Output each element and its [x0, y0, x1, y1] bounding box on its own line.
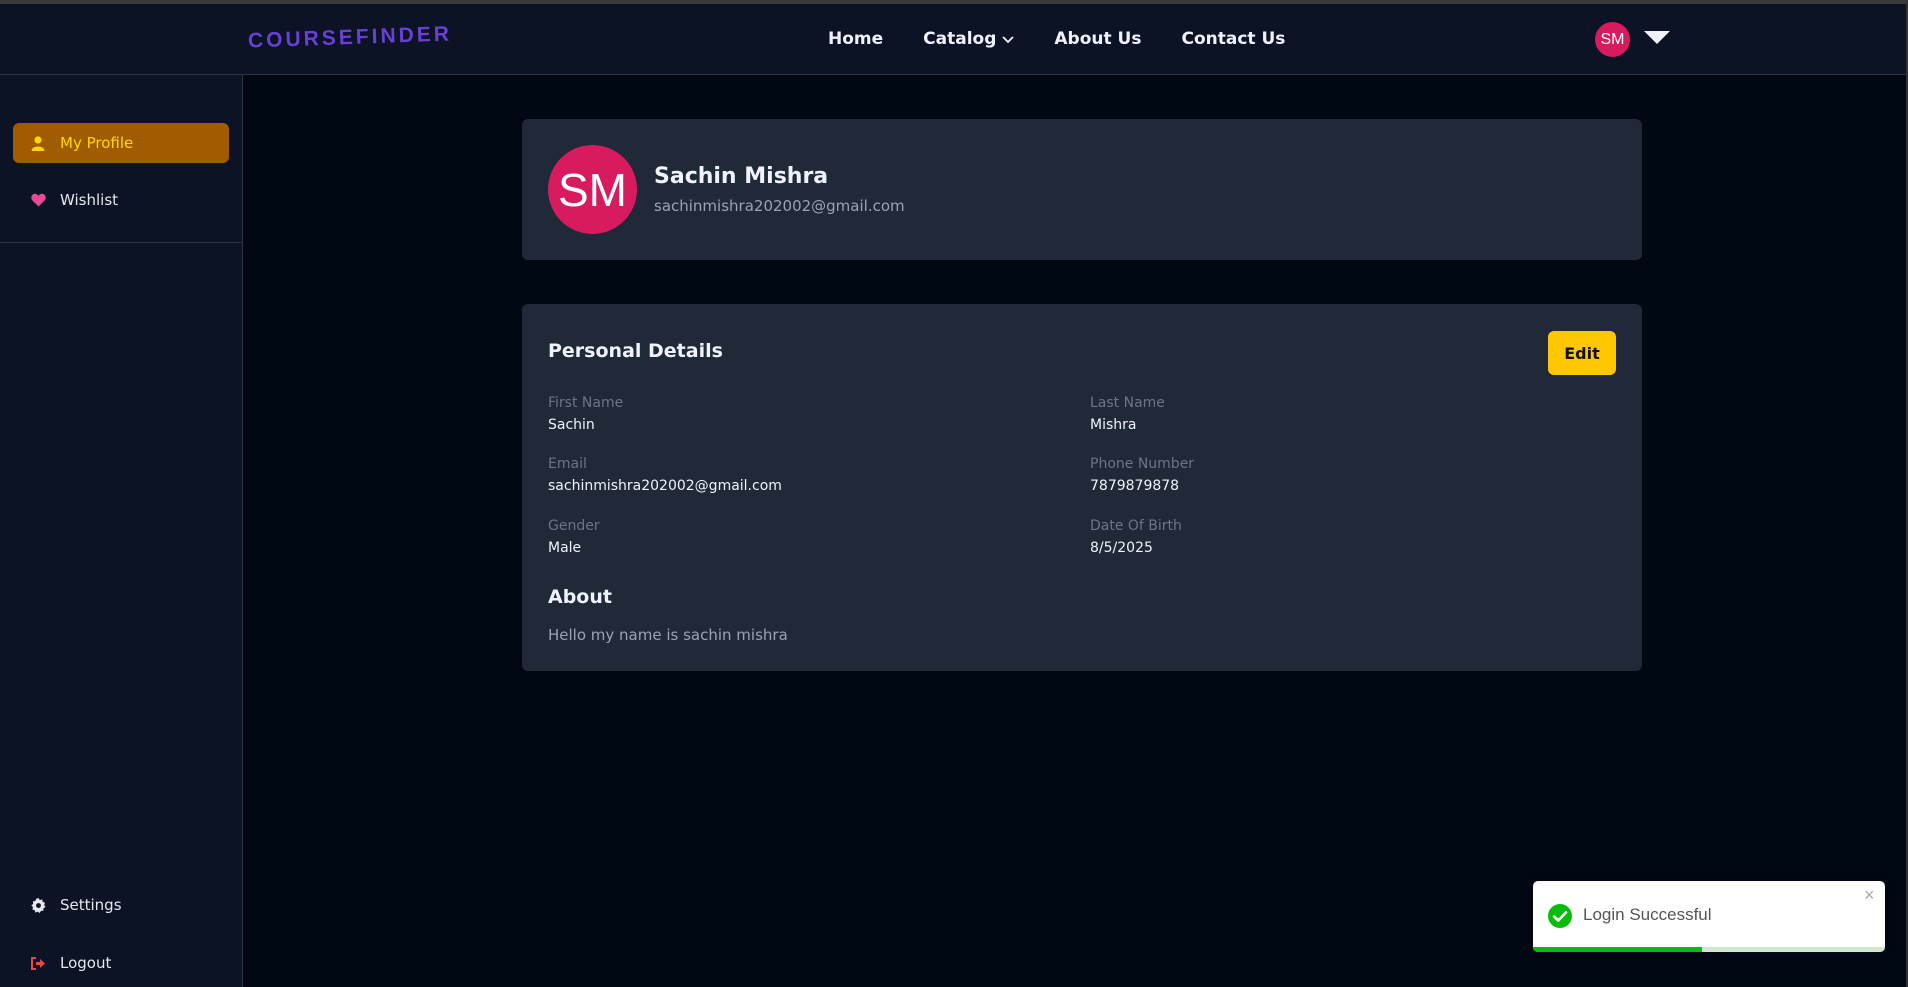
- field-gender: Gender Male: [548, 518, 600, 556]
- about-title: About: [548, 586, 612, 608]
- caret-down-icon[interactable]: [1644, 30, 1670, 49]
- sidebar-item-label: Wishlist: [60, 191, 119, 209]
- nav-catalog-dropdown[interactable]: Catalog: [923, 29, 1015, 49]
- nav-catalog-label: Catalog: [923, 29, 997, 49]
- field-value: Male: [548, 540, 582, 556]
- close-icon[interactable]: ×: [1864, 885, 1875, 906]
- field-email: Email sachinmishra202002@gmail.com: [548, 456, 782, 494]
- field-value: sachinmishra202002@gmail.com: [548, 478, 782, 494]
- field-value: 7879879878: [1090, 478, 1180, 494]
- nav-home-label: Home: [828, 29, 884, 49]
- field-value: Mishra: [1090, 417, 1137, 433]
- toast-progress-bar: [1533, 947, 1702, 952]
- sidebar-divider: [0, 242, 242, 243]
- profile-email: sachinmishra202002@gmail.com: [654, 197, 905, 215]
- user-menu[interactable]: SM: [1595, 22, 1670, 57]
- sidebar: My Profile Wishlist Settings Logout: [0, 75, 243, 987]
- nav-about-label: About Us: [1054, 29, 1142, 49]
- sidebar-item-logout[interactable]: Logout: [13, 943, 229, 983]
- main-nav: Home Catalog About Us Contact Us: [828, 29, 1325, 49]
- profile-name: Sachin Mishra: [654, 164, 829, 189]
- field-last-name: Last Name Mishra: [1090, 395, 1165, 433]
- personal-details-card: Personal Details Edit First Name Sachin …: [522, 304, 1642, 671]
- about-text: Hello my name is sachin mishra: [548, 626, 788, 644]
- gear-icon: [30, 897, 46, 913]
- nav-about-link[interactable]: About Us: [1054, 29, 1141, 49]
- sidebar-item-wishlist[interactable]: Wishlist: [13, 180, 229, 220]
- sidebar-item-my-profile[interactable]: My Profile: [13, 123, 229, 163]
- nav-contact-link[interactable]: Contact Us: [1181, 29, 1285, 49]
- field-label: Last Name: [1090, 395, 1165, 411]
- check-circle-icon: [1547, 903, 1573, 933]
- chevron-down-icon: [1002, 29, 1015, 49]
- nav-contact-label: Contact Us: [1181, 29, 1286, 49]
- field-label: Email: [548, 456, 587, 472]
- field-label: Date Of Birth: [1090, 518, 1182, 534]
- profile-card: SM Sachin Mishra sachinmishra202002@gmai…: [522, 119, 1642, 260]
- toast-notification[interactable]: Login Successful ×: [1533, 881, 1885, 952]
- edit-button[interactable]: Edit: [1548, 331, 1616, 375]
- sidebar-item-label: My Profile: [60, 134, 134, 152]
- field-value: Sachin: [548, 417, 595, 433]
- profile-avatar: SM: [548, 145, 637, 234]
- field-phone-number: Phone Number 7879879878: [1090, 456, 1194, 494]
- nav-home-link[interactable]: Home: [828, 29, 883, 49]
- user-icon: [30, 135, 46, 151]
- sidebar-item-settings[interactable]: Settings: [13, 885, 229, 925]
- field-date-of-birth: Date Of Birth 8/5/2025: [1090, 518, 1182, 556]
- field-label: Phone Number: [1090, 456, 1195, 472]
- field-first-name: First Name Sachin: [548, 395, 623, 433]
- field-label: First Name: [548, 395, 624, 411]
- field-value: 8/5/2025: [1090, 540, 1153, 556]
- sidebar-item-label: Logout: [60, 954, 112, 972]
- toast-message: Login Successful: [1583, 905, 1712, 924]
- top-navbar: COURSEFINDER Home Catalog About Us Conta…: [0, 4, 1906, 75]
- user-avatar[interactable]: SM: [1595, 22, 1630, 57]
- brand-logo[interactable]: COURSEFINDER: [248, 22, 453, 53]
- personal-details-title: Personal Details: [548, 340, 723, 362]
- sidebar-item-label: Settings: [60, 896, 122, 914]
- logout-icon: [30, 955, 46, 971]
- heart-icon: [30, 192, 46, 208]
- field-label: Gender: [548, 518, 600, 534]
